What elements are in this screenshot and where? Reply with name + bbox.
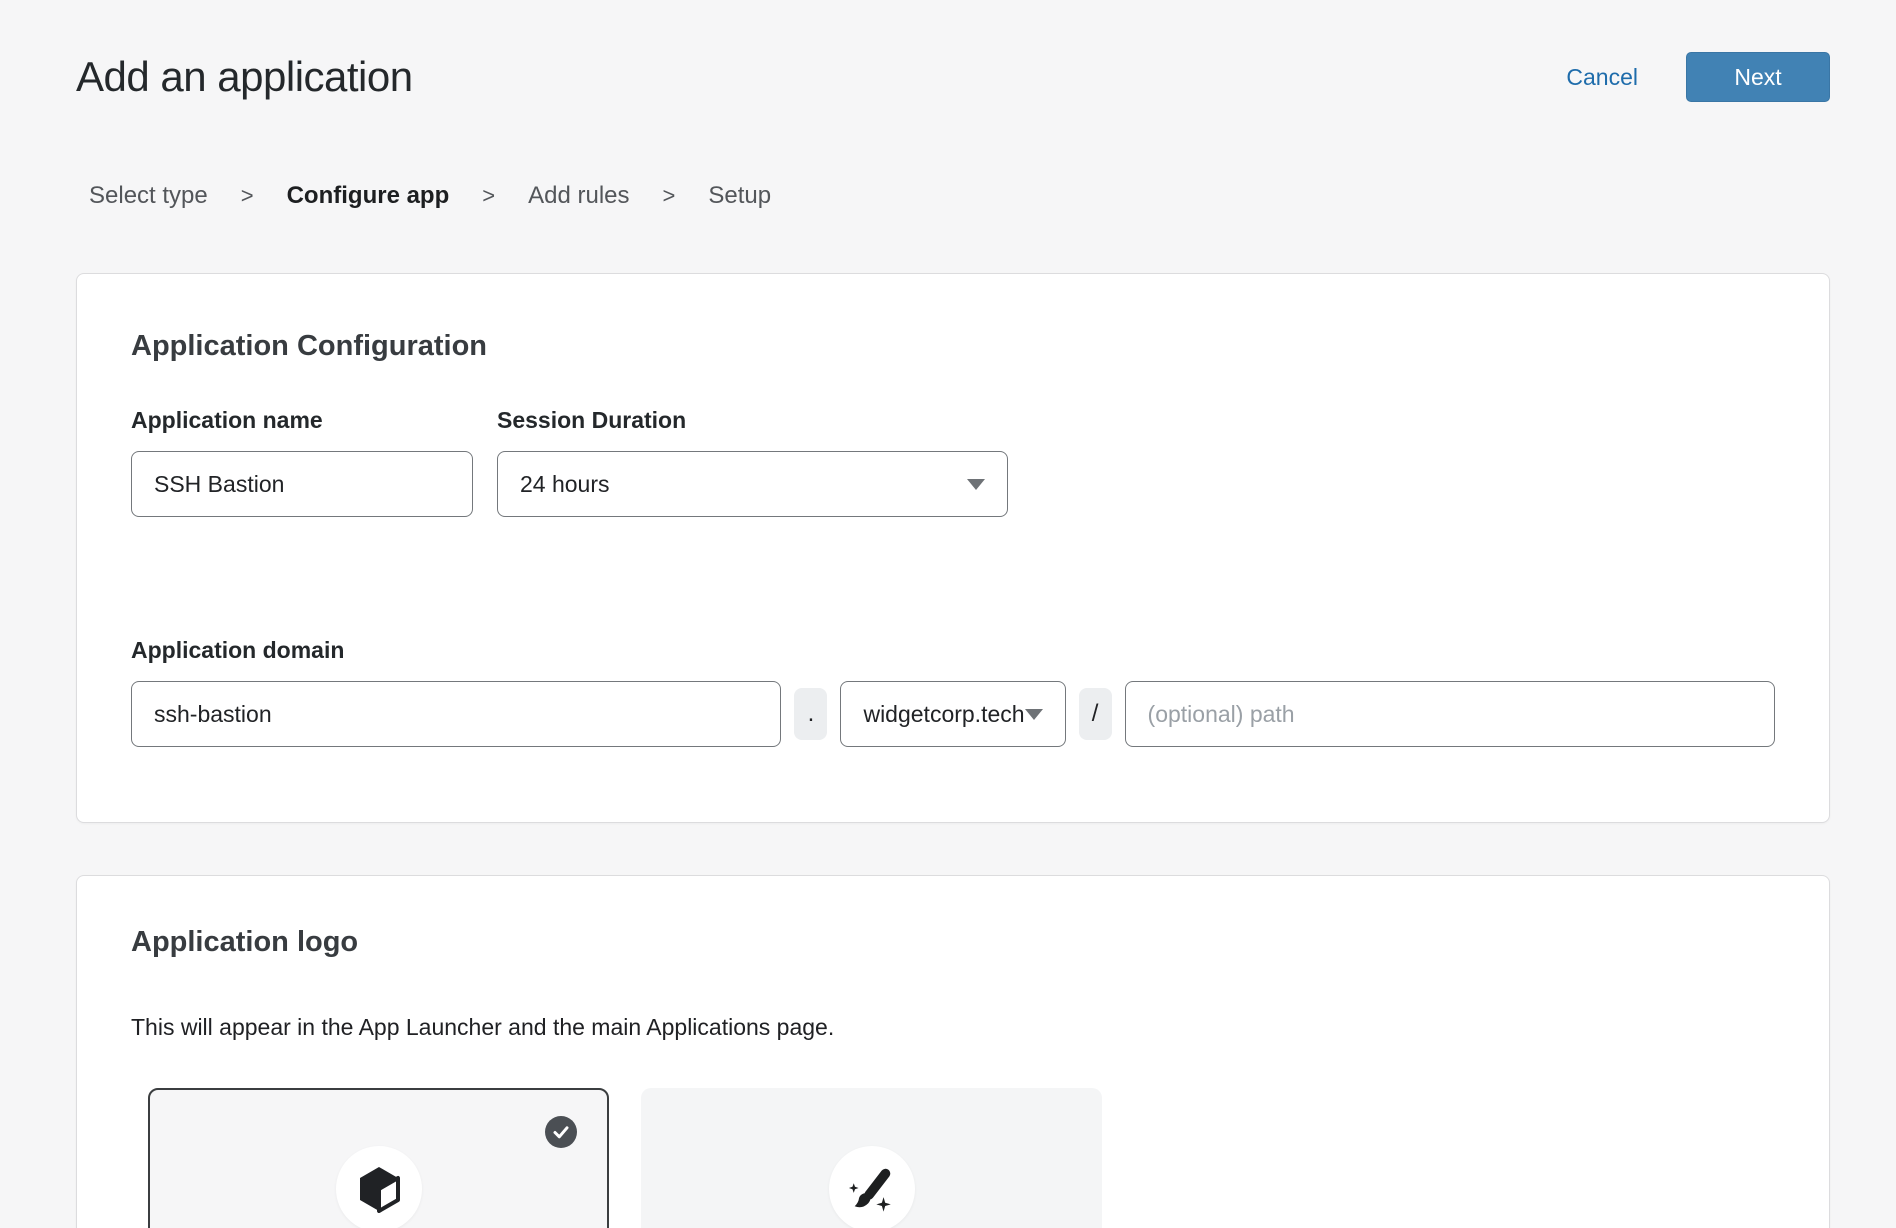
cube-icon xyxy=(357,1165,401,1213)
selected-check-icon xyxy=(545,1116,577,1148)
page-header: Add an application Cancel Next xyxy=(0,0,1896,102)
subdomain-input[interactable] xyxy=(131,681,781,747)
session-duration-label: Session Duration xyxy=(497,407,1008,434)
step-setup[interactable]: Setup xyxy=(708,182,771,210)
default-logo-circle xyxy=(336,1146,422,1228)
application-logo-card: Application logo This will appear in the… xyxy=(76,875,1830,1228)
step-separator: > xyxy=(241,183,254,209)
cancel-button[interactable]: Cancel xyxy=(1566,64,1638,91)
application-name-field: Application name xyxy=(131,407,473,517)
step-select-type[interactable]: Select type xyxy=(89,182,208,210)
paintbrush-sparkle-icon xyxy=(847,1164,897,1214)
step-add-rules[interactable]: Add rules xyxy=(528,182,629,210)
logo-card-heading: Application logo xyxy=(131,926,1775,959)
chevron-down-icon xyxy=(1025,709,1043,720)
breadcrumb-steps: Select type > Configure app > Add rules > Setu… xyxy=(0,182,1896,210)
logo-option-default[interactable] xyxy=(148,1088,609,1228)
application-name-label: Application name xyxy=(131,407,473,434)
session-duration-field: Session Duration 24 hours xyxy=(497,407,1008,517)
domain-select-value: widgetcorp.tech xyxy=(863,701,1024,728)
step-separator: > xyxy=(663,183,676,209)
application-domain-field: Application domain . widgetcorp.tech / xyxy=(131,637,1775,747)
name-session-row: Application name Session Duration 24 hou… xyxy=(131,407,1775,517)
logo-card-description: This will appear in the App Launcher and… xyxy=(131,1014,1775,1041)
header-actions: Cancel Next xyxy=(1566,52,1830,102)
application-name-input[interactable] xyxy=(131,451,473,517)
logo-options xyxy=(148,1088,1775,1228)
slash-separator: / xyxy=(1079,688,1112,740)
next-button[interactable]: Next xyxy=(1686,52,1830,102)
chevron-down-icon xyxy=(967,479,985,490)
config-card-heading: Application Configuration xyxy=(131,330,1775,363)
application-configuration-card: Application Configuration Application na… xyxy=(76,273,1830,823)
page-title: Add an application xyxy=(76,53,413,101)
logo-option-custom[interactable] xyxy=(641,1088,1102,1228)
session-duration-select[interactable]: 24 hours xyxy=(497,451,1008,517)
step-configure-app[interactable]: Configure app xyxy=(287,182,450,210)
application-domain-label: Application domain xyxy=(131,637,344,663)
domain-select[interactable]: widgetcorp.tech xyxy=(840,681,1065,747)
dot-separator: . xyxy=(794,688,827,740)
custom-logo-circle xyxy=(829,1146,915,1228)
application-domain-row: . widgetcorp.tech / xyxy=(131,681,1775,747)
step-separator: > xyxy=(482,183,495,209)
session-duration-value: 24 hours xyxy=(520,471,610,498)
path-input[interactable] xyxy=(1125,681,1775,747)
